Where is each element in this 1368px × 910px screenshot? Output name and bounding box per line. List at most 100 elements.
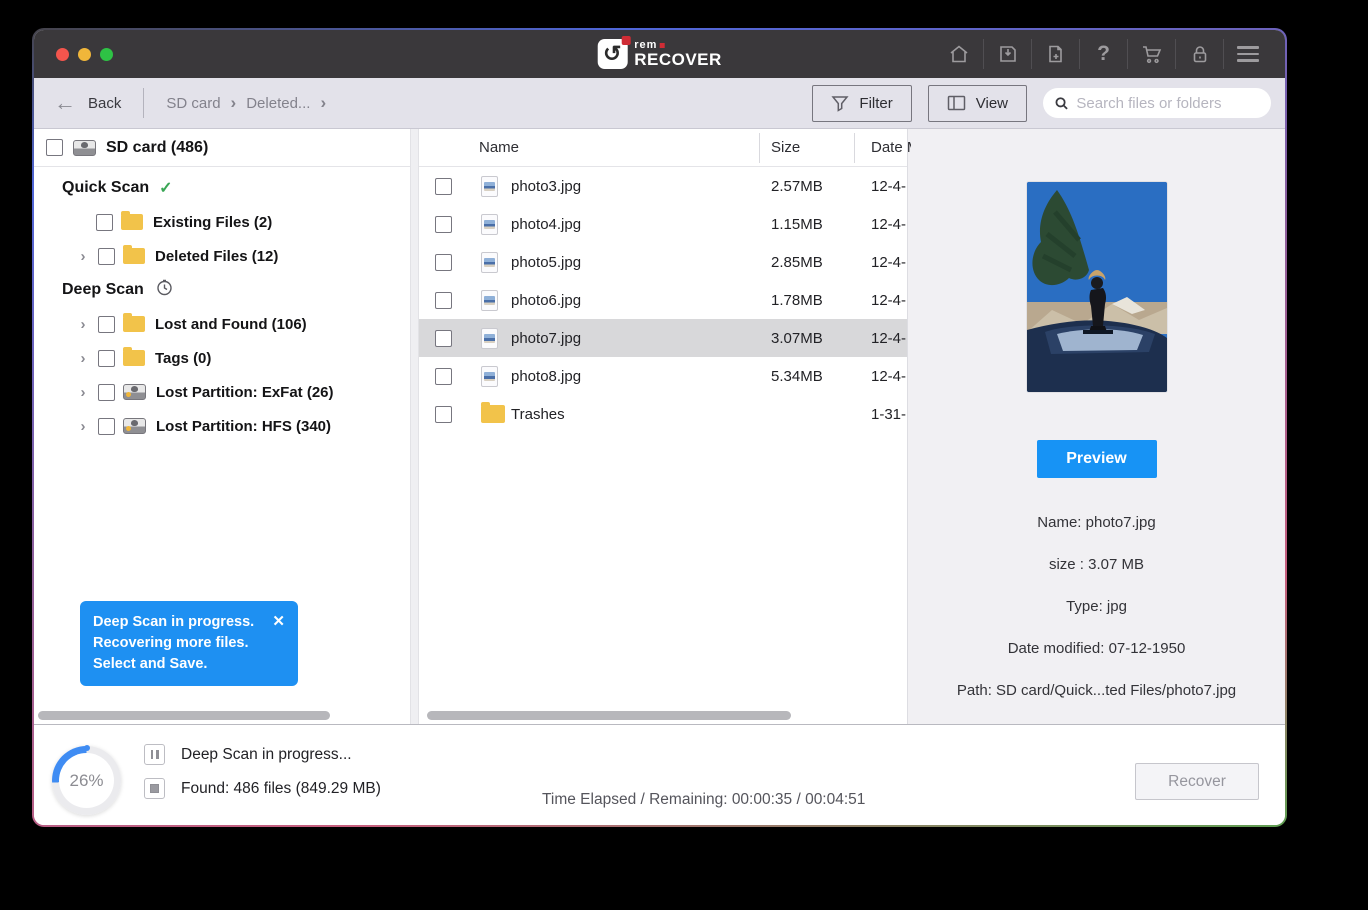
expand-chevron-icon[interactable]: › <box>76 248 90 265</box>
close-icon[interactable]: ✕ <box>272 612 285 630</box>
stop-icon <box>150 784 159 793</box>
row-checkbox[interactable] <box>435 368 452 385</box>
window-frame: ↺ rem RECOVER ? <box>32 28 1287 827</box>
titlebar: ↺ rem RECOVER ? <box>34 30 1285 78</box>
time-elapsed-remaining: Time Elapsed / Remaining: 00:00:35 / 00:… <box>542 791 865 809</box>
help-icon[interactable]: ? <box>1079 39 1127 69</box>
menu-icon[interactable] <box>1223 39 1271 69</box>
column-header-date[interactable]: Date M <box>871 139 911 156</box>
file-row-photo7-selected[interactable]: photo7.jpg 3.07MB 12-4- <box>419 319 907 357</box>
folder-icon <box>121 214 143 230</box>
lost-drive-icon <box>123 384 146 400</box>
file-row-photo6[interactable]: photo6.jpg 1.78MB 12-4- <box>419 281 907 319</box>
row-checkbox[interactable] <box>435 178 452 195</box>
cart-icon[interactable] <box>1127 39 1175 69</box>
lost-partition-hfs-checkbox[interactable] <box>98 418 115 435</box>
tags-checkbox[interactable] <box>98 350 115 367</box>
folder-icon <box>123 350 145 366</box>
toolbar-divider <box>143 88 144 118</box>
image-file-icon <box>481 366 498 387</box>
lock-icon[interactable] <box>1175 39 1223 69</box>
tree-item-existing-files[interactable]: Existing Files (2) <box>34 205 410 239</box>
column-header-size[interactable]: Size <box>771 139 800 156</box>
progress-ring: 26% <box>52 746 121 815</box>
expand-chevron-icon[interactable]: › <box>76 384 90 401</box>
scan-status-text: Deep Scan in progress... <box>181 746 352 764</box>
clock-icon <box>156 279 173 301</box>
lost-and-found-checkbox[interactable] <box>98 316 115 333</box>
row-checkbox[interactable] <box>435 292 452 309</box>
back-label: Back <box>88 95 121 112</box>
recover-button[interactable]: Recover <box>1135 763 1259 800</box>
open-file-icon[interactable] <box>1031 39 1079 69</box>
funnel-icon <box>831 95 849 112</box>
folder-icon <box>123 316 145 332</box>
file-row-photo4[interactable]: photo4.jpg 1.15MB 12-4- <box>419 205 907 243</box>
chevron-right-icon: › <box>231 93 237 113</box>
expand-chevron-icon[interactable]: › <box>76 316 90 333</box>
pause-icon <box>151 750 159 759</box>
row-checkbox[interactable] <box>435 254 452 271</box>
minimize-window-button[interactable] <box>78 48 91 61</box>
tree-item-sd-card[interactable]: SD card (486) <box>34 129 410 167</box>
traffic-lights <box>56 48 113 61</box>
breadcrumb-deleted[interactable]: Deleted... <box>246 95 310 112</box>
pause-scan-button[interactable] <box>144 744 165 765</box>
sidebar-horizontal-scrollbar[interactable] <box>38 711 330 720</box>
existing-files-checkbox[interactable] <box>96 214 113 231</box>
search-box[interactable] <box>1043 88 1271 118</box>
file-row-photo8[interactable]: photo8.jpg 5.34MB 12-4- <box>419 357 907 395</box>
back-button[interactable]: ← Back <box>54 92 121 114</box>
tree-item-tags[interactable]: › Tags (0) <box>34 341 410 375</box>
save-session-icon[interactable] <box>983 39 1031 69</box>
tree-item-quick-scan[interactable]: Quick Scan ✓ <box>34 171 410 205</box>
scan-tree-panel: SD card (486) Quick Scan ✓ Existing File… <box>34 129 410 724</box>
stop-scan-button[interactable] <box>144 778 165 799</box>
view-button[interactable]: View <box>928 85 1027 122</box>
close-window-button[interactable] <box>56 48 69 61</box>
file-list-horizontal-scrollbar[interactable] <box>427 711 791 720</box>
sd-card-label: SD card (486) <box>106 139 208 157</box>
titlebar-icon-group: ? <box>935 30 1271 78</box>
breadcrumb-sd-card[interactable]: SD card <box>166 95 220 112</box>
expand-chevron-icon[interactable]: › <box>76 418 90 435</box>
row-checkbox[interactable] <box>435 406 452 423</box>
remo-recover-logo: ↺ rem RECOVER <box>597 39 722 69</box>
tree-item-lost-partition-hfs[interactable]: › Lost Partition: HFS (340) <box>34 409 410 443</box>
image-file-icon <box>481 290 498 311</box>
app-window: ↺ rem RECOVER ? <box>34 30 1285 825</box>
file-row-photo3[interactable]: photo3.jpg 2.57MB 12-4- <box>419 167 907 205</box>
preview-thumbnail <box>1027 182 1167 392</box>
row-checkbox[interactable] <box>435 330 452 347</box>
preview-file-type: Type: jpg <box>908 598 1285 615</box>
image-file-icon <box>481 214 498 235</box>
deep-scan-toast: Deep Scan in progress. ✕ Recovering more… <box>80 601 298 686</box>
chevron-right-icon: › <box>320 93 326 113</box>
toast-line2: Recovering more files. <box>93 633 285 654</box>
sd-card-checkbox[interactable] <box>46 139 63 156</box>
preview-file-size: size : 3.07 MB <box>908 556 1285 573</box>
preview-panel: Preview Name: photo7.jpg size : 3.07 MB … <box>907 129 1285 724</box>
image-file-icon <box>481 176 498 197</box>
zoom-window-button[interactable] <box>100 48 113 61</box>
lost-partition-exfat-checkbox[interactable] <box>98 384 115 401</box>
filter-label: Filter <box>859 95 892 112</box>
file-row-trashes[interactable]: Trashes 1-31- <box>419 395 907 433</box>
column-header-name[interactable]: Name <box>479 139 519 156</box>
tree-item-lost-partition-exfat[interactable]: › Lost Partition: ExFat (26) <box>34 375 410 409</box>
expand-chevron-icon[interactable]: › <box>76 350 90 367</box>
file-row-photo5[interactable]: photo5.jpg 2.85MB 12-4- <box>419 243 907 281</box>
remo-logo-icon: ↺ <box>597 39 627 69</box>
deleted-files-checkbox[interactable] <box>98 248 115 265</box>
filter-button[interactable]: Filter <box>812 85 911 122</box>
preview-button[interactable]: Preview <box>1037 440 1157 478</box>
row-checkbox[interactable] <box>435 216 452 233</box>
lost-drive-icon <box>123 418 146 434</box>
tree-item-lost-and-found[interactable]: › Lost and Found (106) <box>34 307 410 341</box>
panel-divider[interactable] <box>410 129 419 724</box>
home-icon[interactable] <box>935 39 983 69</box>
tree-item-deep-scan[interactable]: Deep Scan <box>34 273 410 307</box>
tree-item-deleted-files[interactable]: › Deleted Files (12) <box>34 239 410 273</box>
preview-date-modified: Date modified: 07-12-1950 <box>908 640 1285 657</box>
search-input[interactable] <box>1076 95 1259 112</box>
